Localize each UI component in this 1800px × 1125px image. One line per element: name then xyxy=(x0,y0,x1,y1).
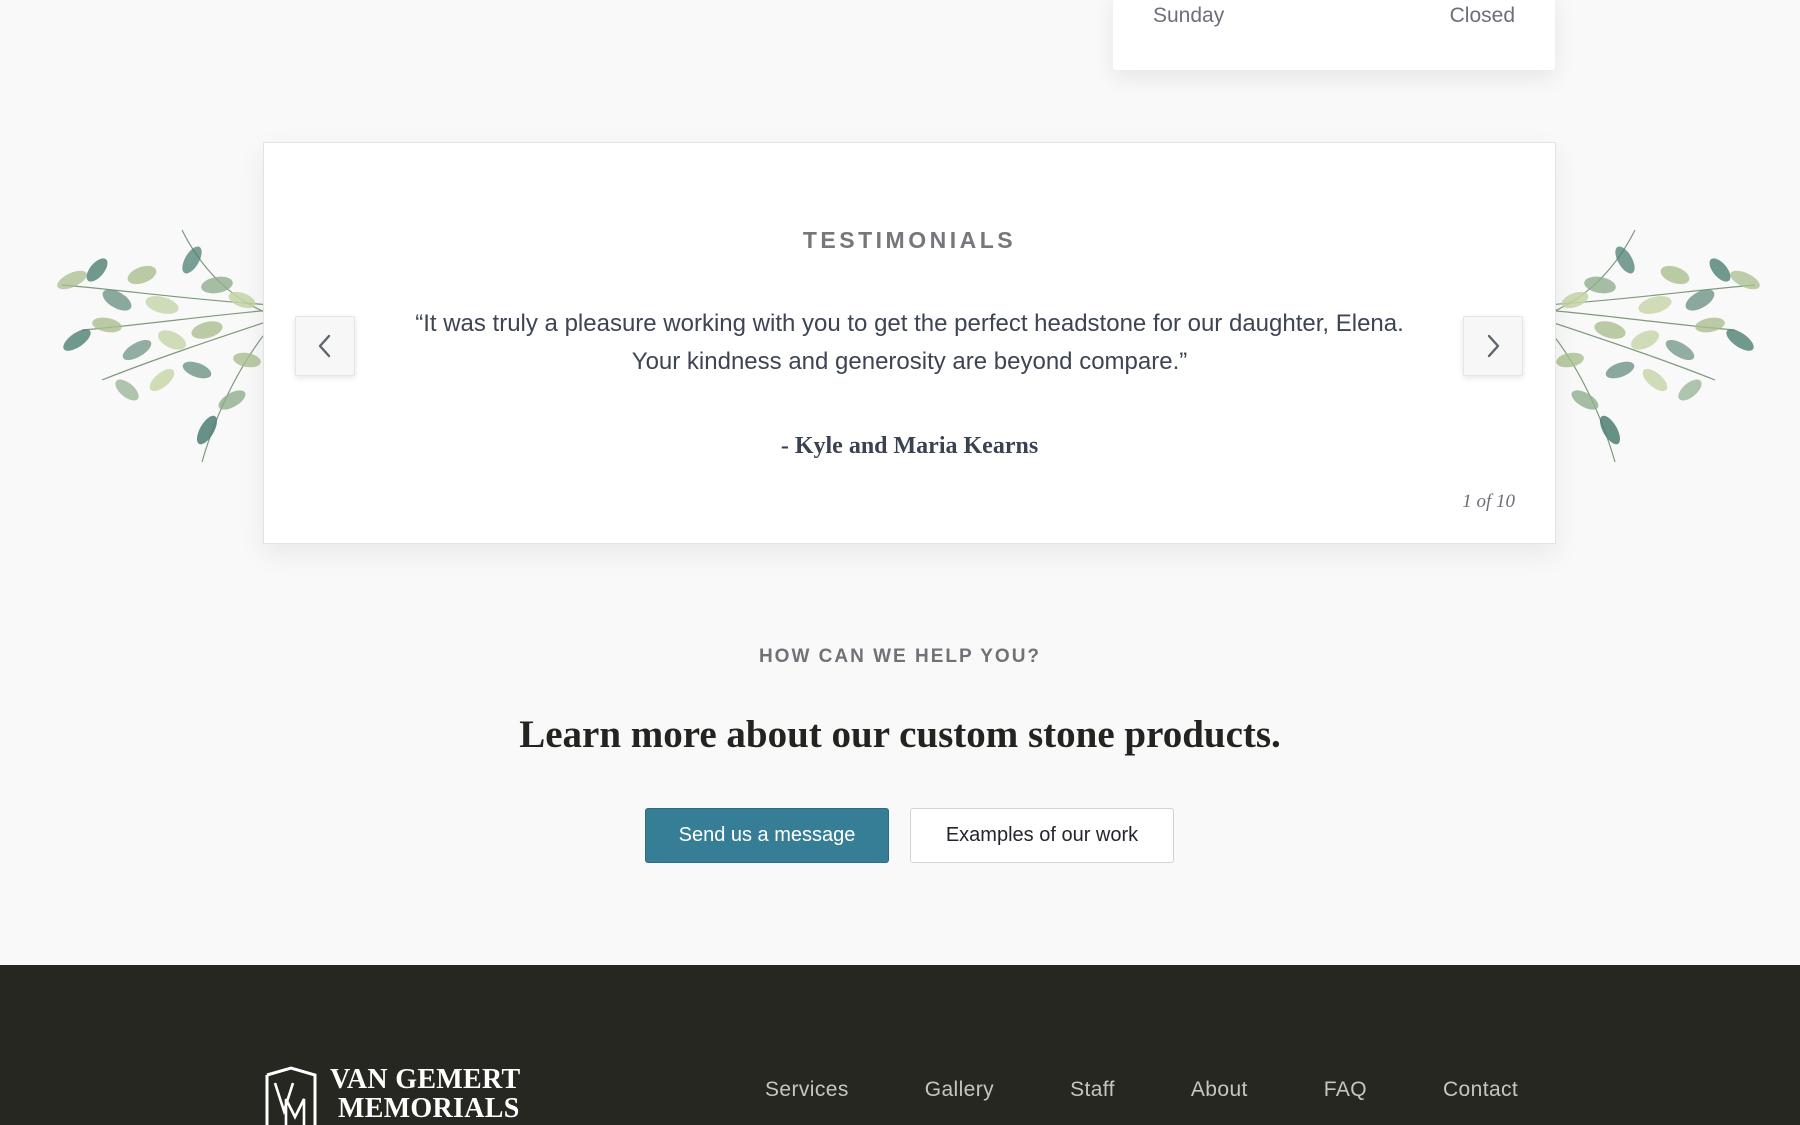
help-eyebrow: HOW CAN WE HELP YOU? xyxy=(758,646,1042,667)
footer-logo-text: VAN GEMERT MEMORIALS xyxy=(330,1065,521,1123)
hours-row-sunday: Sunday Closed xyxy=(1153,4,1515,28)
footer: VAN GEMERT MEMORIALS Services Gallery St… xyxy=(0,965,1800,1125)
testimonial-next-button[interactable] xyxy=(1463,316,1523,376)
help-title: Learn more about our custom stone produc… xyxy=(519,713,1281,756)
logo-line-1: VAN GEMERT xyxy=(330,1064,521,1095)
testimonial-prev-button[interactable] xyxy=(295,316,355,376)
footer-nav-about[interactable]: About xyxy=(1191,1078,1248,1102)
foliage-left-decoration xyxy=(57,230,272,462)
examples-of-work-button[interactable]: Examples of our work xyxy=(910,808,1174,863)
footer-nav-faq[interactable]: FAQ xyxy=(1324,1078,1367,1102)
footer-nav: Services Gallery Staff About FAQ Contact xyxy=(765,1078,1518,1102)
testimonial-quote: “It was truly a pleasure working with yo… xyxy=(415,310,1404,375)
send-message-button[interactable]: Send us a message xyxy=(645,808,889,863)
foliage-right-decoration xyxy=(1545,230,1760,462)
testimonials-card: TESTIMONIALS “It was truly a pleasure wo… xyxy=(263,142,1556,544)
footer-nav-gallery[interactable]: Gallery xyxy=(925,1078,994,1102)
chevron-left-icon xyxy=(318,334,331,358)
testimonial-counter: 1 of 10 xyxy=(1462,491,1515,512)
footer-nav-services[interactable]: Services xyxy=(765,1078,849,1102)
footer-logo[interactable]: VAN GEMERT MEMORIALS xyxy=(262,1065,521,1125)
footer-nav-staff[interactable]: Staff xyxy=(1070,1078,1115,1102)
footer-nav-contact[interactable]: Contact xyxy=(1443,1078,1518,1102)
chevron-right-icon xyxy=(1487,334,1500,358)
logo-line-2: MEMORIALS xyxy=(338,1093,520,1124)
monogram-shield-icon xyxy=(265,1066,317,1125)
testimonials-heading: TESTIMONIALS xyxy=(802,227,1017,253)
hours-day: Sunday xyxy=(1153,4,1225,27)
testimonial-author: - Kyle and Maria Kearns xyxy=(780,433,1039,459)
hours-card: Sunday Closed xyxy=(1113,0,1555,70)
hours-status: Closed xyxy=(1449,4,1515,27)
